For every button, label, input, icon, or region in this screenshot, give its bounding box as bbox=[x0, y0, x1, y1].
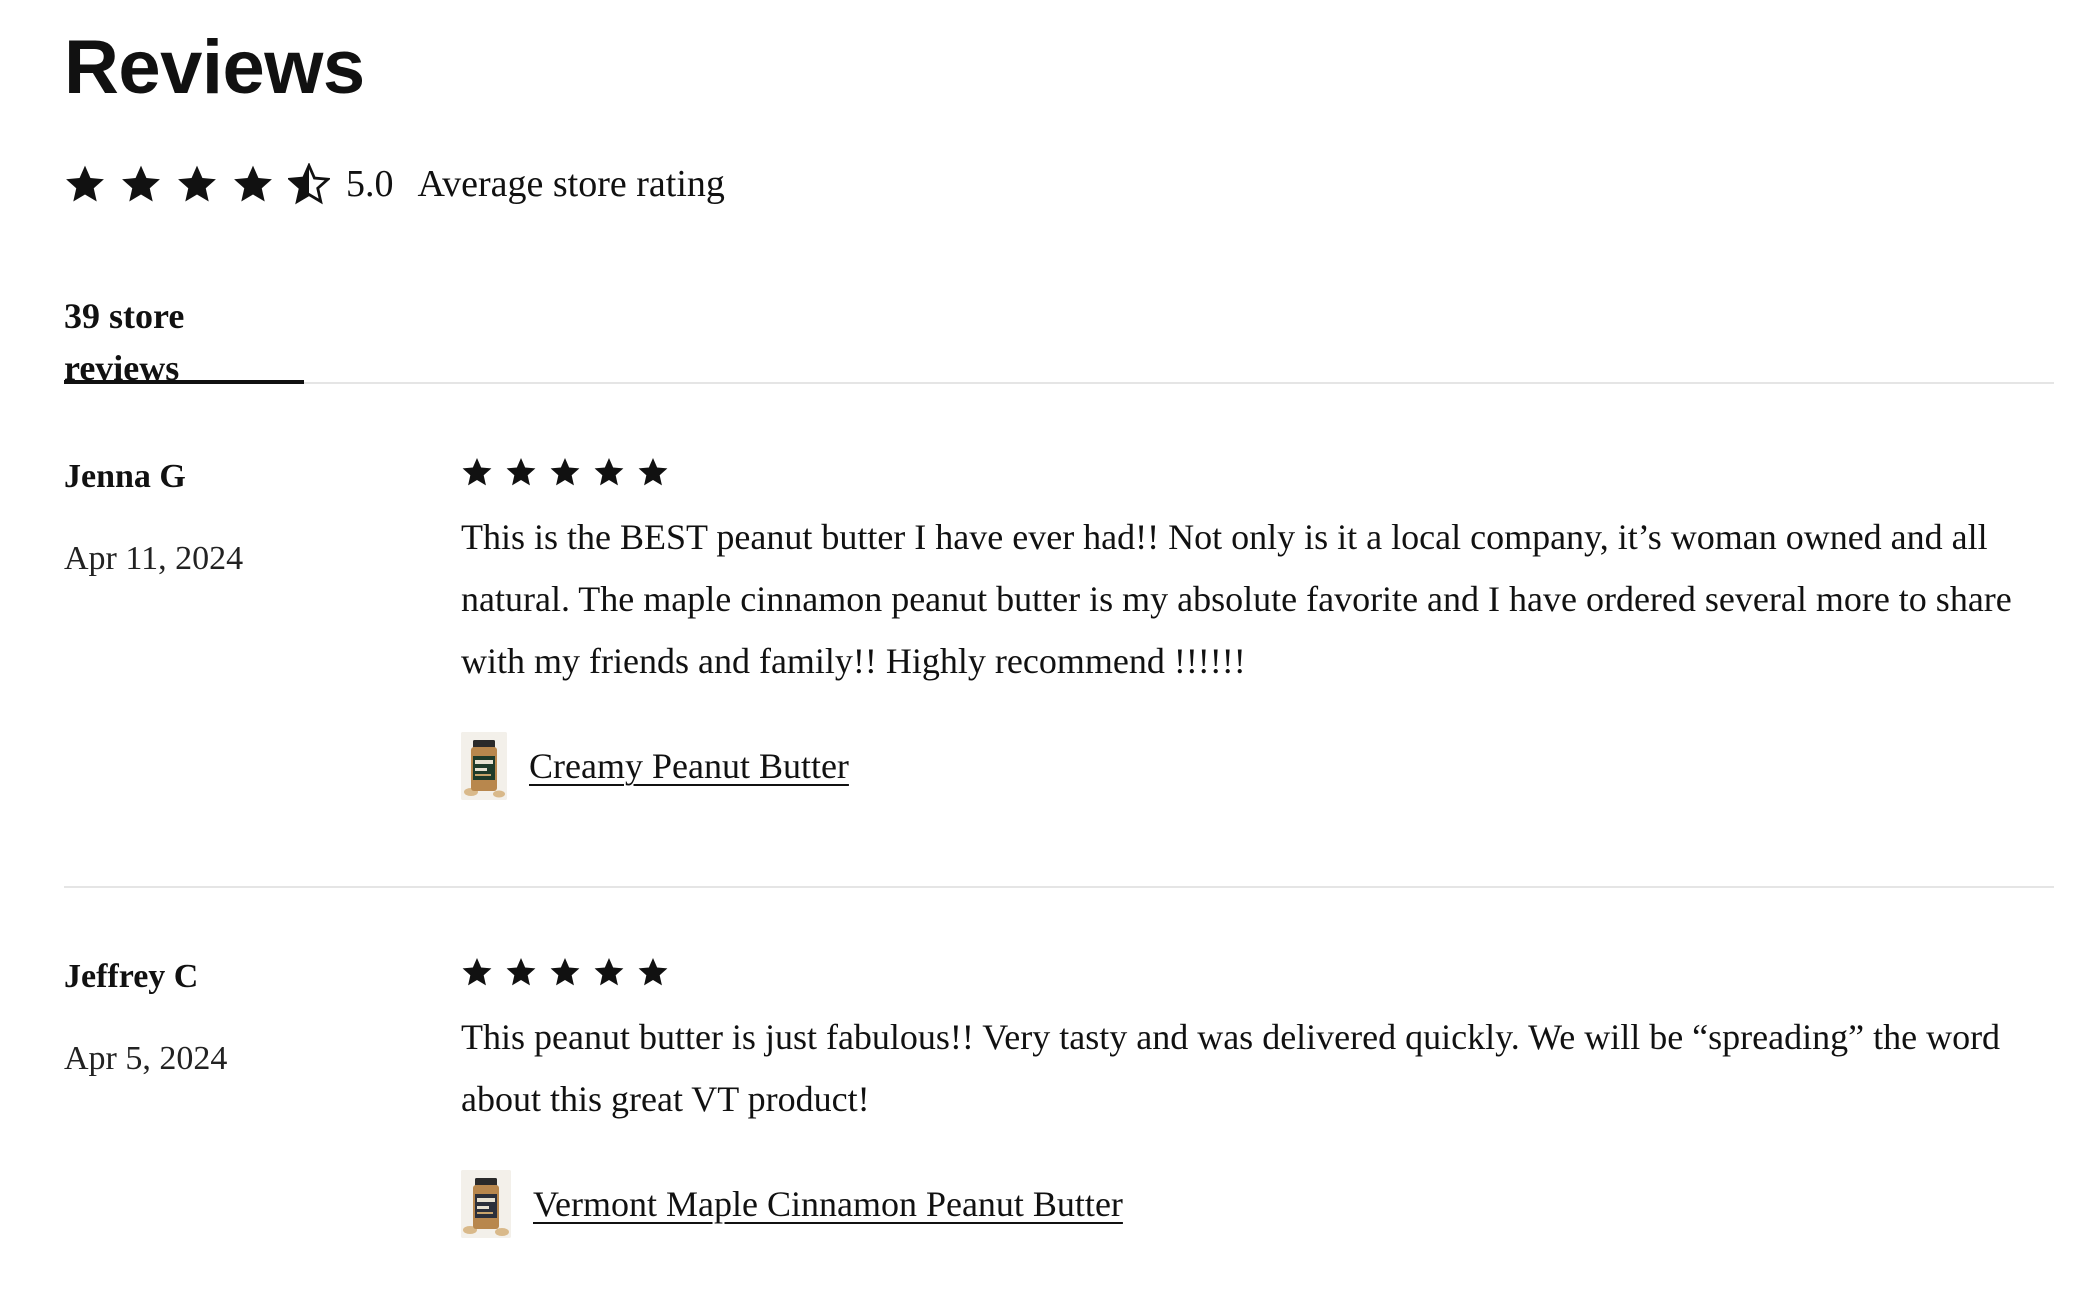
product-link[interactable]: Creamy Peanut Butter bbox=[529, 745, 849, 787]
peanut-butter-jar-icon bbox=[461, 1170, 511, 1238]
review-rating-stars bbox=[461, 956, 2054, 988]
review-product: Creamy Peanut Butter bbox=[461, 732, 2054, 800]
product-thumbnail[interactable] bbox=[461, 1170, 511, 1238]
tab-store-reviews[interactable]: 39 store reviews bbox=[64, 290, 304, 388]
star-filled-icon bbox=[178, 165, 216, 202]
rating-summary: 5.0 Average store rating bbox=[64, 160, 725, 208]
average-rating-value: 5.0 bbox=[346, 163, 394, 205]
star-filled-icon bbox=[234, 165, 272, 202]
average-rating-label: Average store rating bbox=[417, 163, 725, 205]
star-filled-icon bbox=[506, 958, 536, 986]
review-text: This peanut butter is just fabulous!! Ve… bbox=[461, 1017, 2001, 1119]
star-filled-icon bbox=[550, 958, 580, 986]
review-date: Apr 5, 2024 bbox=[64, 1040, 228, 1077]
star-filled-icon bbox=[638, 458, 668, 486]
reviewer-name: Jenna G bbox=[64, 458, 186, 495]
peanut-butter-jar-icon bbox=[461, 732, 507, 800]
star-half-icon bbox=[288, 163, 330, 205]
review-content: This peanut butter is just fabulous!! Ve… bbox=[461, 956, 2054, 1238]
review-item: Jenna G Apr 11, 2024 This is the BEST pe… bbox=[64, 436, 2054, 888]
review-tabs: 39 store reviews bbox=[64, 290, 2054, 388]
star-filled-icon bbox=[462, 958, 492, 986]
page-title: Reviews bbox=[64, 25, 365, 110]
review-date: Apr 11, 2024 bbox=[64, 540, 244, 577]
star-filled-icon bbox=[594, 458, 624, 486]
review-content: This is the BEST peanut butter I have ev… bbox=[461, 456, 2054, 800]
reviews-page: Reviews 5.0 Average store rating 39 stor… bbox=[0, 0, 2094, 1310]
star-filled-icon bbox=[638, 958, 668, 986]
review-text: This is the BEST peanut butter I have ev… bbox=[461, 517, 2012, 681]
star-filled-icon bbox=[506, 458, 536, 486]
product-thumbnail[interactable] bbox=[461, 732, 507, 800]
average-rating-stars bbox=[64, 163, 330, 205]
product-link[interactable]: Vermont Maple Cinnamon Peanut Butter bbox=[533, 1183, 1123, 1225]
star-filled-icon bbox=[66, 165, 104, 202]
review-product: Vermont Maple Cinnamon Peanut Butter bbox=[461, 1170, 2054, 1238]
reviewer-name: Jeffrey C bbox=[64, 958, 199, 995]
star-filled-icon bbox=[122, 165, 160, 202]
review-rating-stars bbox=[461, 456, 2054, 488]
star-filled-icon bbox=[462, 458, 492, 486]
star-filled-icon bbox=[594, 958, 624, 986]
star-filled-icon bbox=[550, 458, 580, 486]
review-item: Jeffrey C Apr 5, 2024 This peanut butter… bbox=[64, 936, 2054, 1276]
